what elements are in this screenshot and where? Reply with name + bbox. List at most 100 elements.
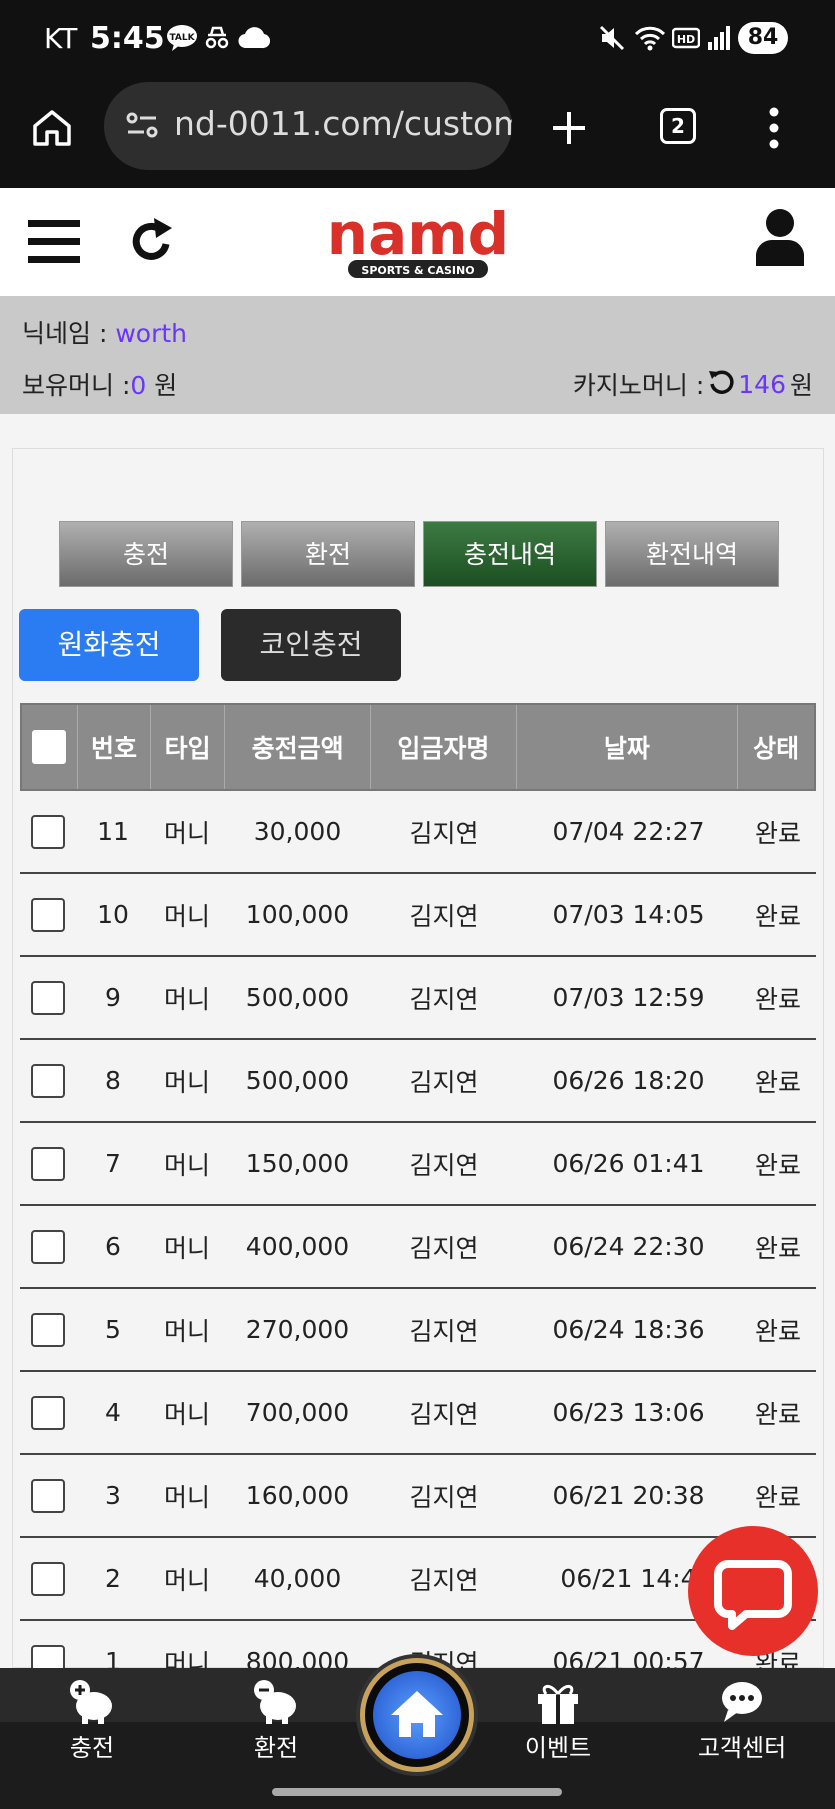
user-account-icon[interactable] (754, 208, 806, 270)
address-bar[interactable]: nd-0011.com/custom (104, 82, 512, 170)
chat-bubble-icon (714, 1560, 792, 1630)
casino-refresh-icon[interactable] (708, 368, 734, 400)
hd-icon: HD (671, 24, 701, 56)
nav-customer-center[interactable]: 고객센터 (672, 1678, 812, 1763)
header-type: 타입 (151, 705, 225, 789)
site-logo[interactable]: namd SPORTS & CASINO (280, 200, 556, 284)
nav-withdraw-label: 환전 (253, 1734, 299, 1762)
nav-deposit[interactable]: 충전 (22, 1678, 162, 1763)
select-all-checkbox[interactable] (32, 730, 67, 764)
cell-type: 머니 (163, 1233, 210, 1263)
talk-icon: TALK (166, 24, 198, 56)
logo-subtitle: SPORTS & CASINO (361, 264, 474, 277)
cloud-icon (238, 24, 271, 56)
home-icon[interactable] (30, 106, 74, 154)
cell-depositor: 김지연 (409, 1565, 479, 1595)
row-checkbox[interactable] (31, 1312, 65, 1347)
header-number: 번호 (78, 705, 152, 789)
cell-number: 9 (105, 983, 121, 1012)
table-row: 7 머니 150,000 김지연 06/26 01:41 완료 (20, 1123, 816, 1206)
refresh-icon[interactable] (128, 216, 176, 270)
cell-amount: 700,000 (245, 1398, 350, 1427)
table-header: 번호 타입 충전금액 입금자명 날짜 상태 (20, 703, 816, 791)
row-checkbox-cell (20, 1538, 76, 1619)
cell-amount: 270,000 (245, 1315, 350, 1344)
row-checkbox[interactable] (31, 897, 65, 932)
live-chat-button[interactable] (688, 1526, 818, 1656)
cell-depositor: 김지연 (409, 1233, 479, 1263)
header-depositor: 입금자명 (371, 705, 517, 789)
row-checkbox-cell (20, 1289, 76, 1370)
carrier-label: KT (44, 22, 78, 55)
row-checkbox-cell (20, 874, 76, 955)
incognito-icon (204, 24, 230, 54)
cell-type: 머니 (163, 818, 210, 848)
row-checkbox[interactable] (31, 814, 65, 849)
svg-text:TALK: TALK (169, 33, 195, 43)
nav-home-button[interactable] (360, 1658, 474, 1772)
row-checkbox[interactable] (31, 1146, 65, 1181)
cell-date: 07/03 14:05 (552, 900, 705, 929)
nav-withdraw[interactable]: 환전 (206, 1678, 346, 1763)
new-tab-icon[interactable] (549, 108, 589, 152)
user-info-bar: 닉네임 : worth 보유머니 :0 원 카지노머니 : 146 원 (0, 296, 835, 414)
more-menu-icon[interactable] (766, 106, 782, 154)
cell-date: 06/21 20:38 (552, 1481, 705, 1510)
subtab-coin-deposit[interactable]: 코인충전 (221, 609, 401, 681)
header-status: 상태 (753, 734, 800, 763)
cell-number: 10 (97, 900, 129, 929)
table-row: 11 머니 30,000 김지연 07/04 22:27 완료 (20, 791, 816, 874)
row-checkbox[interactable] (31, 1395, 65, 1430)
tab-withdraw[interactable]: 환전 (241, 521, 415, 587)
main-tabs: 충전 환전 충전내역 환전내역 (59, 521, 779, 587)
row-checkbox-cell (20, 1123, 76, 1204)
row-checkbox[interactable] (31, 1229, 65, 1264)
hamburger-menu-icon[interactable] (28, 218, 80, 270)
cell-depositor: 김지연 (409, 1067, 479, 1097)
logo-wordmark: namd (327, 204, 509, 268)
row-checkbox-cell (20, 1040, 76, 1121)
piggy-minus-icon (254, 1680, 296, 1724)
cell-number: 2 (105, 1564, 121, 1593)
sub-tabs: 원화충전 코인충전 (19, 609, 401, 681)
row-checkbox-cell (20, 1206, 76, 1287)
site-settings-icon[interactable] (124, 108, 160, 148)
row-checkbox[interactable] (31, 1561, 65, 1596)
url-text[interactable]: nd-0011.com/custom (174, 104, 512, 143)
cell-amount: 400,000 (245, 1232, 350, 1261)
header-date: 날짜 (517, 705, 739, 789)
tab-withdraw-history[interactable]: 환전내역 (605, 521, 779, 587)
cell-date: 06/26 01:41 (552, 1149, 705, 1178)
cell-status: 완료 (754, 1316, 801, 1346)
nav-events[interactable]: 이벤트 (488, 1678, 628, 1763)
table-row: 9 머니 500,000 김지연 07/03 12:59 완료 (20, 957, 816, 1040)
nickname-value: worth (115, 319, 187, 348)
cell-status: 완료 (754, 901, 801, 931)
cell-amount: 40,000 (253, 1564, 342, 1593)
row-checkbox[interactable] (31, 1063, 65, 1098)
balance-label: 보유머니 : (22, 371, 131, 400)
cell-depositor: 김지연 (409, 818, 479, 848)
tab-deposit[interactable]: 충전 (59, 521, 233, 587)
cell-date: 07/04 22:27 (552, 817, 705, 846)
cell-type: 머니 (163, 1565, 210, 1595)
nav-deposit-label: 충전 (69, 1734, 115, 1762)
tab-switcher-button[interactable]: 2 (660, 108, 696, 144)
cell-depositor: 김지연 (409, 1482, 479, 1512)
casino-balance-unit: 원 (789, 371, 813, 400)
cell-type: 머니 (163, 901, 210, 931)
cell-number: 4 (105, 1398, 121, 1427)
gift-icon (538, 1685, 578, 1724)
cell-depositor: 김지연 (409, 984, 479, 1014)
cell-status: 완료 (754, 1233, 801, 1263)
tab-deposit-history[interactable]: 충전내역 (423, 521, 597, 587)
row-checkbox[interactable] (31, 1478, 65, 1513)
subtab-krw-deposit[interactable]: 원화충전 (19, 609, 199, 681)
signal-icon (706, 24, 732, 56)
cell-type: 머니 (163, 1316, 210, 1346)
cell-amount: 100,000 (245, 900, 350, 929)
gesture-bar (272, 1788, 562, 1796)
row-checkbox[interactable] (31, 980, 65, 1015)
table-row: 4 머니 700,000 김지연 06/23 13:06 완료 (20, 1372, 816, 1455)
cell-type: 머니 (163, 1482, 210, 1512)
